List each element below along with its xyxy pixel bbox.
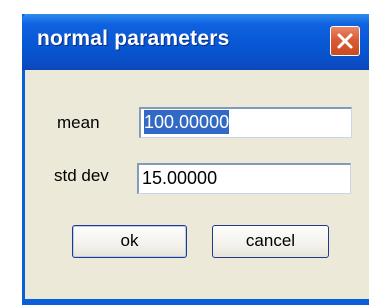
close-icon — [337, 33, 353, 49]
std-dev-input[interactable]: 15.00000 — [137, 163, 351, 194]
normal-parameters-dialog: normal parameters mean 100.00000 std dev… — [22, 14, 369, 305]
close-button[interactable] — [330, 26, 360, 56]
window-bottom-border — [22, 299, 369, 302]
mean-input[interactable]: 100.00000 — [139, 107, 352, 138]
dialog-body: mean 100.00000 std dev 15.00000 ok cance… — [25, 70, 369, 305]
mean-label: mean — [57, 113, 100, 132]
title-bar[interactable]: normal parameters — [22, 14, 369, 70]
cancel-button[interactable]: cancel — [212, 225, 329, 258]
std-dev-label: std dev — [54, 166, 109, 185]
dialog-title: normal parameters — [37, 27, 230, 50]
mean-value: 100.00000 — [144, 110, 230, 134]
std-dev-value: 15.00000 — [142, 168, 218, 188]
ok-button[interactable]: ok — [72, 225, 187, 258]
